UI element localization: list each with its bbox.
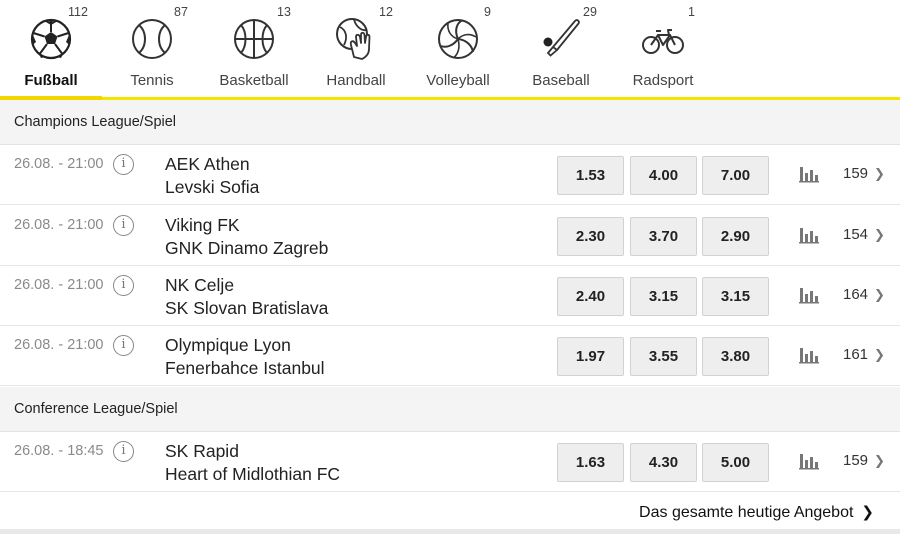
- odd-button-away[interactable]: 2.90: [702, 217, 769, 256]
- info-icon[interactable]: i: [113, 215, 134, 236]
- odd-button-away[interactable]: 3.15: [702, 277, 769, 316]
- statistics-icon[interactable]: [799, 165, 819, 183]
- markets-count: 159: [843, 452, 869, 469]
- more-markets-link[interactable]: 164 ❯: [843, 286, 885, 303]
- odd-button-home[interactable]: 2.40: [557, 277, 624, 316]
- statistics-icon[interactable]: [799, 452, 819, 470]
- sport-tab-handball[interactable]: 12 Handball: [305, 0, 407, 97]
- odd-button-draw[interactable]: 3.55: [630, 337, 697, 376]
- more-markets-link[interactable]: 159 ❯: [843, 165, 885, 182]
- all-offers-link[interactable]: Das gesamte heutige Angebot ❯: [639, 503, 874, 522]
- sport-tab-tennis[interactable]: 87 Tennis: [101, 0, 203, 97]
- baseball-bat-icon: [537, 15, 585, 63]
- away-team[interactable]: SK Slovan Bratislava: [165, 298, 328, 319]
- match-row: 26.08. - 21:00 i NK Celje SK Slovan Brat…: [0, 266, 900, 326]
- home-team[interactable]: NK Celje: [165, 275, 234, 296]
- odd-button-home[interactable]: 1.53: [557, 156, 624, 195]
- league-header: Champions League/Spiel: [0, 100, 900, 145]
- match-time: 26.08. - 18:45: [14, 443, 104, 459]
- chevron-right-icon: ❯: [874, 166, 885, 181]
- markets-count: 154: [843, 226, 869, 243]
- league-header: Conference League/Spiel: [0, 387, 900, 432]
- volleyball-icon: [434, 15, 482, 63]
- chevron-right-icon: ❯: [874, 227, 885, 242]
- sport-label: Basketball: [219, 72, 289, 89]
- chevron-right-icon: ❯: [874, 287, 885, 302]
- home-team[interactable]: SK Rapid: [165, 441, 239, 462]
- info-icon[interactable]: i: [113, 441, 134, 462]
- statistics-icon[interactable]: [799, 346, 819, 364]
- all-offers-label: Das gesamte heutige Angebot: [639, 504, 854, 521]
- basketball-icon: [230, 15, 278, 63]
- away-team[interactable]: Fenerbahce Istanbul: [165, 358, 325, 379]
- sport-label: Tennis: [130, 72, 174, 89]
- sport-label: Baseball: [532, 72, 590, 89]
- match-row: 26.08. - 21:00 i Viking FK GNK Dinamo Za…: [0, 206, 900, 266]
- markets-count: 159: [843, 165, 869, 182]
- match-row: 26.08. - 21:00 i Olympique Lyon Fenerbah…: [0, 326, 900, 386]
- away-team[interactable]: GNK Dinamo Zagreb: [165, 238, 328, 259]
- sport-label: Handball: [326, 72, 386, 89]
- odd-button-home[interactable]: 2.30: [557, 217, 624, 256]
- sport-label: Fußball: [24, 72, 78, 89]
- markets-count: 164: [843, 286, 869, 303]
- sport-tab-basketball[interactable]: 13 Basketball: [203, 0, 305, 97]
- away-team[interactable]: Levski Sofia: [165, 177, 259, 198]
- home-team[interactable]: Olympique Lyon: [165, 335, 291, 356]
- sport-count: 1: [688, 5, 695, 19]
- chevron-right-icon: ❯: [874, 453, 885, 468]
- sport-tab-baseball[interactable]: 29 Baseball: [510, 0, 612, 97]
- sport-label: Radsport: [632, 72, 694, 89]
- sport-count: 29: [583, 5, 597, 19]
- bicycle-icon: [639, 15, 687, 63]
- match-time: 26.08. - 21:00: [14, 217, 104, 233]
- sport-tab-fussball[interactable]: 112 Fußball: [0, 0, 102, 100]
- info-icon[interactable]: i: [113, 335, 134, 356]
- sport-count: 12: [379, 5, 393, 19]
- sport-count: 9: [484, 5, 491, 19]
- match-row: 26.08. - 18:45 i SK Rapid Heart of Midlo…: [0, 432, 900, 492]
- sport-tab-volleyball[interactable]: 9 Volleyball: [407, 0, 509, 97]
- match-row: 26.08. - 21:00 i AEK Athen Levski Sofia …: [0, 145, 900, 205]
- more-markets-link[interactable]: 159 ❯: [843, 452, 885, 469]
- sport-count: 13: [277, 5, 291, 19]
- match-time: 26.08. - 21:00: [14, 277, 104, 293]
- chevron-right-icon: ❯: [874, 347, 885, 362]
- odd-button-away[interactable]: 3.80: [702, 337, 769, 376]
- statistics-icon[interactable]: [799, 286, 819, 304]
- odd-button-away[interactable]: 5.00: [702, 443, 769, 482]
- home-team[interactable]: Viking FK: [165, 215, 240, 236]
- chevron-right-icon: ❯: [861, 504, 874, 521]
- away-team[interactable]: Heart of Midlothian FC: [165, 464, 340, 485]
- odd-button-draw[interactable]: 4.30: [630, 443, 697, 482]
- markets-count: 161: [843, 346, 869, 363]
- odd-button-home[interactable]: 1.63: [557, 443, 624, 482]
- sport-count: 87: [174, 5, 188, 19]
- match-time: 26.08. - 21:00: [14, 156, 104, 172]
- odd-button-draw[interactable]: 3.15: [630, 277, 697, 316]
- sport-tabs: 112 Fußball 87 Tennis 13 Basketball 12 H…: [0, 0, 900, 100]
- sport-label: Volleyball: [426, 72, 490, 89]
- info-icon[interactable]: i: [113, 275, 134, 296]
- info-icon[interactable]: i: [113, 154, 134, 175]
- more-markets-link[interactable]: 154 ❯: [843, 226, 885, 243]
- match-time: 26.08. - 21:00: [14, 337, 104, 353]
- home-team[interactable]: AEK Athen: [165, 154, 250, 175]
- sport-tab-radsport[interactable]: 1 Radsport: [612, 0, 714, 97]
- more-markets-link[interactable]: 161 ❯: [843, 346, 885, 363]
- handball-icon: [332, 15, 380, 63]
- odd-button-draw[interactable]: 4.00: [630, 156, 697, 195]
- bottom-divider: [0, 529, 900, 534]
- odd-button-draw[interactable]: 3.70: [630, 217, 697, 256]
- odd-button-home[interactable]: 1.97: [557, 337, 624, 376]
- tennis-ball-icon: [128, 15, 176, 63]
- odd-button-away[interactable]: 7.00: [702, 156, 769, 195]
- statistics-icon[interactable]: [799, 226, 819, 244]
- soccer-ball-icon: [27, 15, 75, 63]
